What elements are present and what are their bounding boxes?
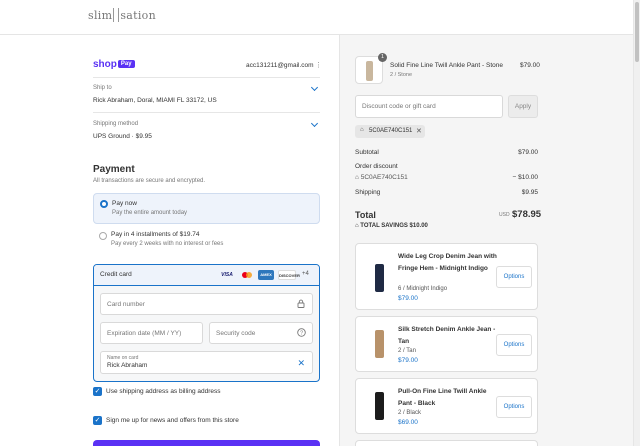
upsell-options-button[interactable]: Options — [496, 334, 532, 356]
upsell-thumbnail — [365, 324, 393, 366]
credit-card-label: Credit card — [100, 271, 132, 278]
amex-icon: AMEX — [258, 270, 274, 280]
upsell-product-name: Silk Stretch Denim Ankle Jean - Tan — [398, 326, 496, 345]
upsell-variant: 2 / Tan — [398, 348, 416, 354]
help-circle-icon[interactable]: ? — [297, 328, 306, 339]
upsell-thumbnail — [365, 386, 393, 428]
line-item-price: $79.00 — [520, 62, 540, 69]
ship-to-label: Ship to — [93, 85, 112, 91]
divider — [93, 112, 320, 113]
total-label: Total — [355, 210, 376, 220]
jeans-image-icon — [375, 330, 384, 358]
quantity-badge: 1 — [378, 53, 387, 62]
billing-same-label: Use shipping address as billing address — [106, 388, 221, 395]
card-number-input[interactable]: Card number — [100, 293, 313, 315]
line-item-variant: 2 / Stone — [390, 72, 413, 78]
pay-in-installments-option[interactable]: Pay in 4 installments of $19.74 Pay ever… — [93, 226, 320, 254]
site-header: slim sation — [0, 0, 640, 35]
tag-icon: ⌂ — [360, 127, 364, 133]
expiration-date-input[interactable]: Expiration date (MM / YY) — [100, 322, 203, 344]
more-brands-count: +4 — [302, 271, 309, 277]
upsell-price: $69.00 — [398, 419, 418, 426]
store-logo[interactable]: slim sation — [88, 8, 156, 22]
shop-pay-logo: shop Pay — [93, 59, 135, 70]
newsletter-label: Sign me up for news and offers from this… — [106, 417, 239, 424]
upsell-card: Silk Stretch Denim Ankle Jean - Tan 2 / … — [355, 316, 538, 372]
applied-discount-chip: ⌂ 5C0AE740C151 ✕ — [355, 125, 425, 138]
discount-code-input[interactable]: Discount code or gift card — [355, 95, 503, 118]
order-discount-code: ⌂ 5C0AE740C151 — [355, 174, 408, 181]
payment-subtitle: All transactions are secure and encrypte… — [93, 178, 206, 184]
discover-icon: DISCOVER — [278, 270, 300, 280]
clear-icon[interactable]: ✕ — [297, 358, 305, 369]
pant-image-icon — [375, 392, 384, 420]
visa-icon: VISA — [221, 272, 233, 278]
divider — [93, 77, 320, 78]
credit-card-section: Credit card VISA AMEX DISCOVER +4 Card n… — [93, 264, 320, 382]
upsell-variant: 2 / Black — [398, 410, 422, 416]
order-discount-label: Order discount — [355, 163, 398, 170]
shipping-value: $9.95 — [521, 189, 538, 196]
shipping-method-label: Shipping method — [93, 121, 139, 127]
remove-discount-icon[interactable]: ✕ — [416, 127, 422, 135]
page-scrollbar[interactable] — [633, 0, 640, 446]
apply-discount-button[interactable]: Apply — [508, 95, 538, 118]
order-discount-value: − $10.00 — [512, 174, 538, 181]
upsell-price: $79.00 — [398, 295, 418, 302]
mastercard-icon — [240, 270, 254, 280]
pant-image-icon — [366, 61, 373, 81]
total-savings: ⌂ TOTAL SAVINGS $10.00 — [355, 223, 428, 229]
total-value: $78.95 — [512, 209, 542, 220]
scrollbar-thumb[interactable] — [635, 2, 639, 62]
upsell-variant: 6 / Midnight Indigo — [398, 286, 448, 292]
security-code-input[interactable]: Security code ? — [209, 322, 313, 344]
upsell-card: Pull-On Fine Line Twill Ankle Pant - Bla… — [355, 378, 538, 434]
newsletter-checkbox[interactable]: ✓ — [93, 416, 102, 425]
credit-card-header[interactable]: Credit card VISA AMEX DISCOVER +4 — [94, 265, 319, 286]
upsell-options-button[interactable]: Options — [496, 266, 532, 288]
pay-now-button[interactable] — [93, 440, 320, 446]
ship-to-value: Rick Abraham, Doral, MIAMI FL 33172, US — [93, 97, 217, 104]
billing-same-checkbox[interactable]: ✓ — [93, 387, 102, 396]
lock-icon — [297, 299, 305, 310]
pay-now-option[interactable]: Pay now Pay the entire amount today — [93, 193, 320, 224]
currency-code: USD — [499, 212, 510, 218]
upsell-product-name: Wide Leg Crop Denim Jean with Fringe Hem… — [398, 253, 497, 272]
upsell-card: Wide Leg Crop Denim Jean with Fringe Hem… — [355, 243, 538, 310]
line-item-name: Solid Fine Line Twill Ankle Pant - Stone — [390, 62, 503, 69]
more-options-icon[interactable]: ⋮ — [315, 61, 322, 69]
payment-title: Payment — [93, 164, 135, 175]
logo-mark-icon — [113, 8, 120, 22]
installments-radio[interactable] — [99, 232, 107, 240]
upsell-card — [355, 440, 538, 446]
upsell-price: $79.00 — [398, 357, 418, 364]
shipping-label: Shipping — [355, 189, 381, 196]
subtotal-value: $79.00 — [518, 149, 538, 156]
jeans-image-icon — [375, 264, 384, 292]
upsell-product-name: Pull-On Fine Line Twill Ankle Pant - Bla… — [398, 388, 487, 407]
name-on-card-input[interactable]: Name on card Rick Abraham ✕ — [100, 351, 313, 374]
shipping-method-value: UPS Ground · $9.95 — [93, 133, 152, 140]
pay-now-radio[interactable] — [100, 200, 108, 208]
upsell-thumbnail — [365, 256, 393, 298]
svg-text:?: ? — [300, 331, 303, 337]
subtotal-label: Subtotal — [355, 149, 379, 156]
upsell-options-button[interactable]: Options — [496, 396, 532, 418]
account-email: acc131211@gmail.com — [246, 62, 314, 69]
